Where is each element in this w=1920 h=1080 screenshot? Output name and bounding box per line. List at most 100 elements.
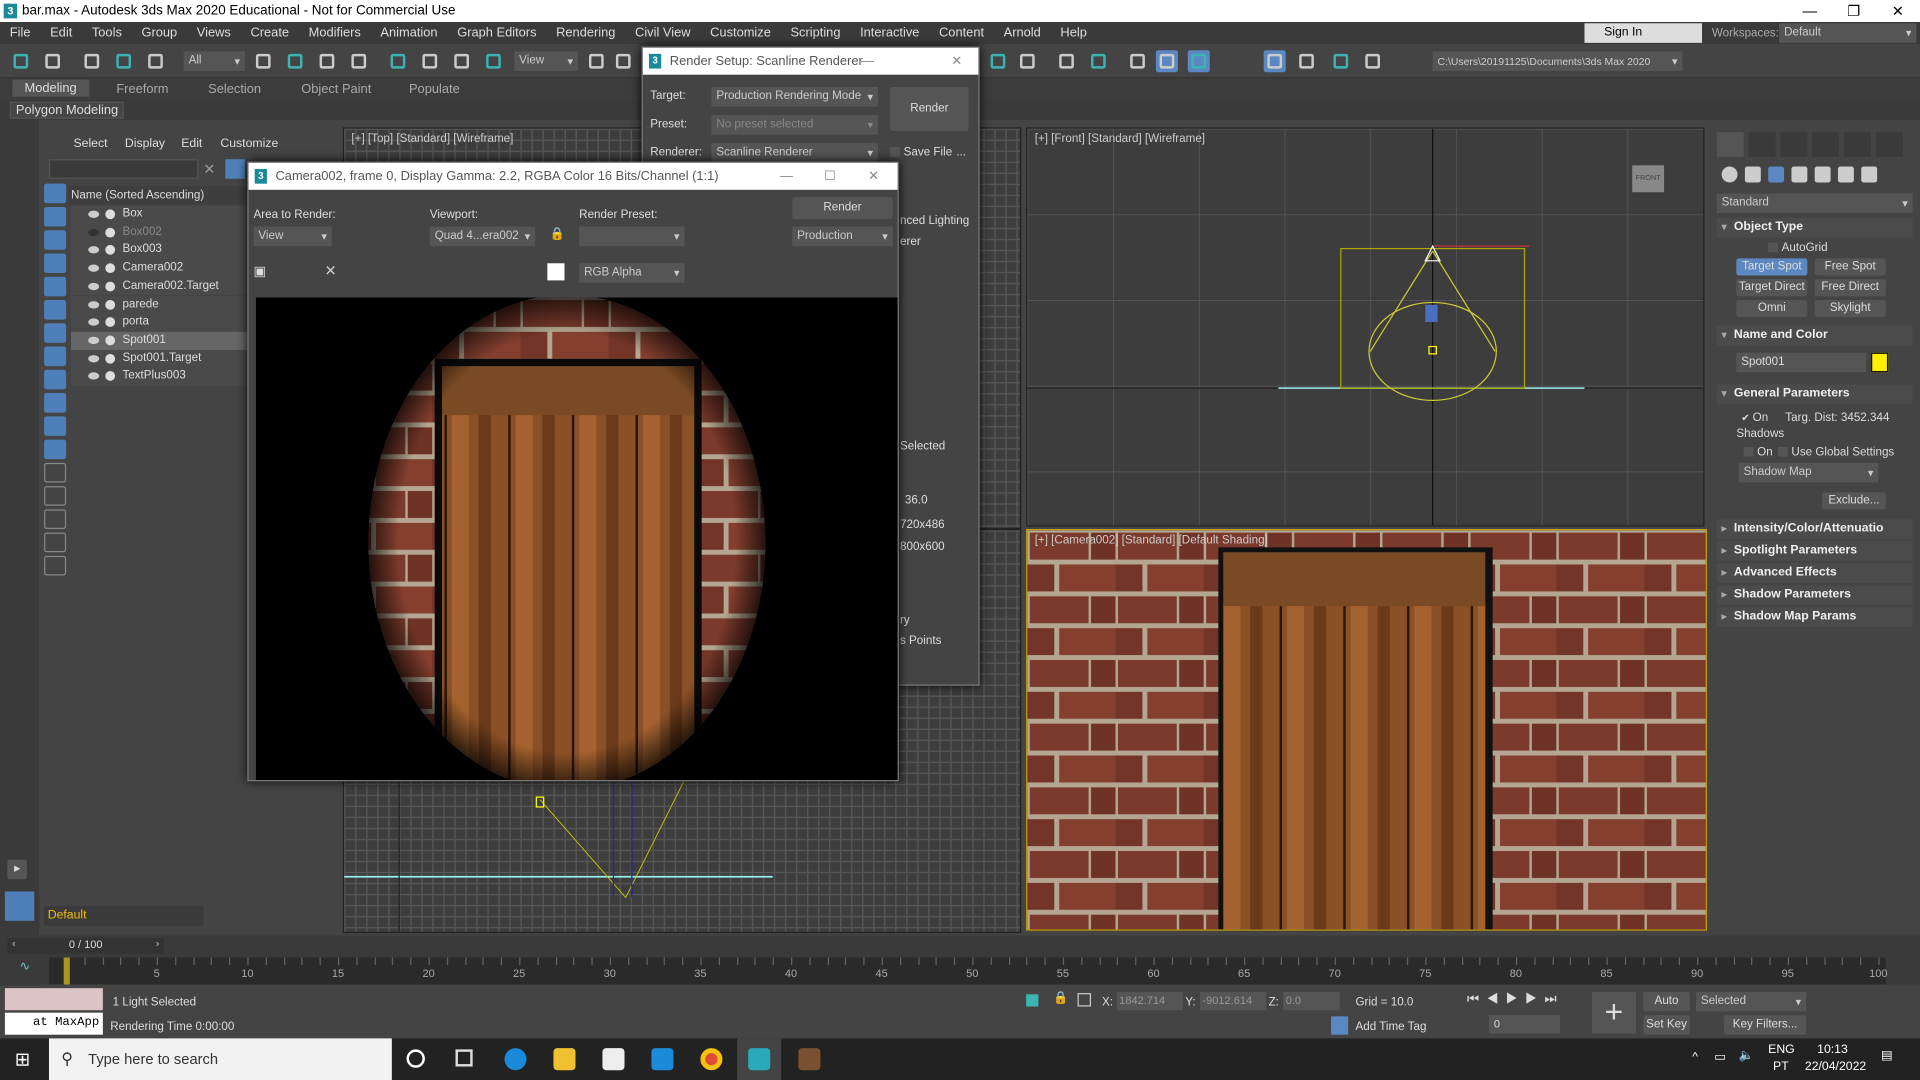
material-editor-icon[interactable] (1155, 50, 1178, 73)
selection-filter-dropdown[interactable]: All (183, 51, 245, 72)
x-coordinate-field[interactable]: 1842.714 (1116, 991, 1183, 1011)
cortana-icon[interactable] (406, 1049, 425, 1068)
redo-icon[interactable] (42, 50, 64, 72)
display-tab-icon[interactable] (1844, 132, 1872, 157)
absolute-mode-icon[interactable] (1077, 993, 1092, 1007)
object-name-input[interactable]: Spot001 (1736, 352, 1867, 373)
layer-dropdown[interactable]: Default (44, 906, 204, 926)
create-target-direct-button[interactable]: Target Direct (1736, 279, 1808, 297)
key-mode-dropdown[interactable]: Selected (1695, 991, 1807, 1012)
render-cloud-icon[interactable] (1330, 50, 1352, 72)
clock-date[interactable]: 22/04/2022 (1805, 1060, 1866, 1073)
close-button[interactable]: ✕ (951, 48, 962, 75)
store-icon[interactable] (602, 1048, 625, 1071)
rollout-spotlight-parameters[interactable]: Spotlight Parameters (1716, 541, 1913, 561)
windows-start-icon[interactable]: ⊞ (15, 1048, 30, 1070)
maxscript-output[interactable]: at MaxApp (4, 1012, 103, 1035)
scale-icon[interactable] (451, 50, 473, 72)
link-icon[interactable] (81, 50, 103, 72)
selection-lock-icon[interactable]: 🔒 (1053, 992, 1068, 1005)
isolate-selection-icon[interactable] (1026, 994, 1039, 1007)
area-to-render-dropdown[interactable]: View (253, 226, 332, 247)
ribbon-tab-freeform[interactable]: Freeform (116, 82, 168, 97)
menu-create[interactable]: Create (241, 26, 299, 41)
create-free-spot-button[interactable]: Free Spot (1814, 258, 1886, 276)
category-dropdown[interactable]: Standard (1716, 193, 1913, 214)
display-shapes-icon[interactable] (44, 206, 67, 227)
y-coordinate-field[interactable]: -9012.614 (1200, 991, 1267, 1011)
menu-tools[interactable]: Tools (82, 26, 132, 41)
align-icon[interactable] (612, 50, 634, 72)
renderer-dropdown[interactable]: Scanline Renderer (711, 143, 878, 163)
menu-scripting[interactable]: Scripting (781, 26, 851, 41)
preset-size-button[interactable]: 720x486 (900, 518, 945, 531)
rollout-advanced-effects[interactable]: Advanced Effects (1716, 563, 1913, 583)
selected-option[interactable]: Selected (900, 440, 945, 453)
menu-arnold[interactable]: Arnold (994, 26, 1051, 41)
maximize-button[interactable]: ❐ (1832, 0, 1876, 22)
display-channel-dropdown[interactable]: RGB Alpha (579, 263, 685, 283)
menu-edit[interactable]: Edit (40, 26, 82, 41)
undo-icon[interactable] (10, 50, 32, 72)
preset-dropdown[interactable]: No preset selected (711, 115, 878, 135)
explorer-row[interactable]: parede (71, 295, 248, 314)
display-all-icon[interactable] (44, 462, 67, 483)
playback-controls[interactable]: ⏮◀▶▶⏭ (1467, 992, 1564, 1008)
edge-icon[interactable] (504, 1048, 527, 1071)
menu-interactive[interactable]: Interactive (850, 26, 929, 41)
rotate-icon[interactable] (419, 50, 441, 72)
menu-civil-view[interactable]: Civil View (625, 26, 700, 41)
shadow-type-dropdown[interactable]: Shadow Map (1738, 462, 1879, 483)
keyboard-layout[interactable]: PT (1773, 1060, 1789, 1073)
select-by-name-icon[interactable] (284, 50, 306, 72)
timeline-track[interactable]: 5 10 15 20 25 30 35 40 45 50 55 60 65 70 75 80 85 90 95 100 (48, 957, 1888, 985)
display-bones-icon[interactable] (44, 369, 67, 390)
next-frame-button[interactable]: › (156, 938, 159, 949)
visibility-eye-icon[interactable] (88, 300, 100, 308)
window-crossing-icon[interactable] (348, 50, 370, 72)
sign-in-button[interactable]: Sign In (1584, 23, 1703, 43)
display-collapse-icon[interactable] (44, 555, 67, 576)
viewport-camera-label[interactable]: [+] [Camera002] [Standard] [Default Shad… (1035, 534, 1268, 547)
create-target-spot-button[interactable]: Target Spot (1736, 258, 1808, 276)
display-containers-icon[interactable] (44, 393, 67, 413)
display-filter-icon[interactable] (44, 532, 67, 553)
bind-space-warp-icon[interactable] (144, 50, 166, 72)
visibility-eye-icon[interactable] (88, 336, 100, 344)
visibility-eye-icon[interactable] (88, 372, 100, 380)
render-gallery-icon[interactable] (1362, 50, 1384, 72)
clock-time[interactable]: 10:13 (1817, 1043, 1848, 1056)
viewport-camera[interactable]: [+] [Camera002] [Standard] [Default Shad… (1026, 528, 1707, 931)
explorer-row[interactable]: TextPlus003 (71, 367, 248, 386)
helpers-icon[interactable] (1814, 166, 1831, 183)
display-geometry-icon[interactable] (44, 183, 67, 204)
close-button[interactable]: ✕ (868, 163, 879, 190)
object-color-swatch[interactable] (1871, 352, 1889, 373)
background-color-swatch[interactable] (547, 263, 565, 281)
tab-advanced-lighting[interactable]: nced Lighting (900, 214, 969, 227)
menu-views[interactable]: Views (187, 26, 241, 41)
toggle-ribbon-icon[interactable] (1016, 50, 1038, 72)
display-invert-icon[interactable] (44, 509, 67, 529)
save-file-checkbox[interactable]: Save File (890, 146, 952, 159)
key-filters-button[interactable]: Key Filters... (1724, 1015, 1807, 1035)
tab-renderer[interactable]: erer (900, 235, 921, 248)
reference-coordinate-dropdown[interactable]: View (514, 51, 578, 72)
file-explorer-icon[interactable] (553, 1048, 576, 1071)
rollout-shadow-parameters[interactable]: Shadow Parameters (1716, 585, 1913, 605)
visibility-eye-icon[interactable] (88, 264, 100, 272)
motion-tab-icon[interactable] (1812, 132, 1840, 157)
schematic-view-icon[interactable] (1127, 50, 1149, 72)
explorer-row[interactable]: Spot001.Target (71, 349, 248, 368)
explorer-menu-display[interactable]: Display (125, 137, 165, 150)
explorer-row[interactable]: Box002 (71, 223, 248, 242)
lock-icon[interactable]: 🔒 (550, 228, 565, 241)
explorer-row[interactable]: Box (71, 205, 248, 224)
use-global-settings-checkbox[interactable]: Use Global Settings (1777, 446, 1894, 459)
viewport-top-label[interactable]: [+] [Top] [Standard] [Wireframe] (351, 132, 513, 145)
hierarchy-tab-icon[interactable] (1780, 132, 1808, 157)
time-tag-icon[interactable] (1331, 1016, 1349, 1035)
render-mode-dropdown[interactable]: Production (792, 226, 893, 247)
time-slider-thumb[interactable] (63, 957, 70, 985)
filter-icon[interactable] (225, 159, 245, 179)
